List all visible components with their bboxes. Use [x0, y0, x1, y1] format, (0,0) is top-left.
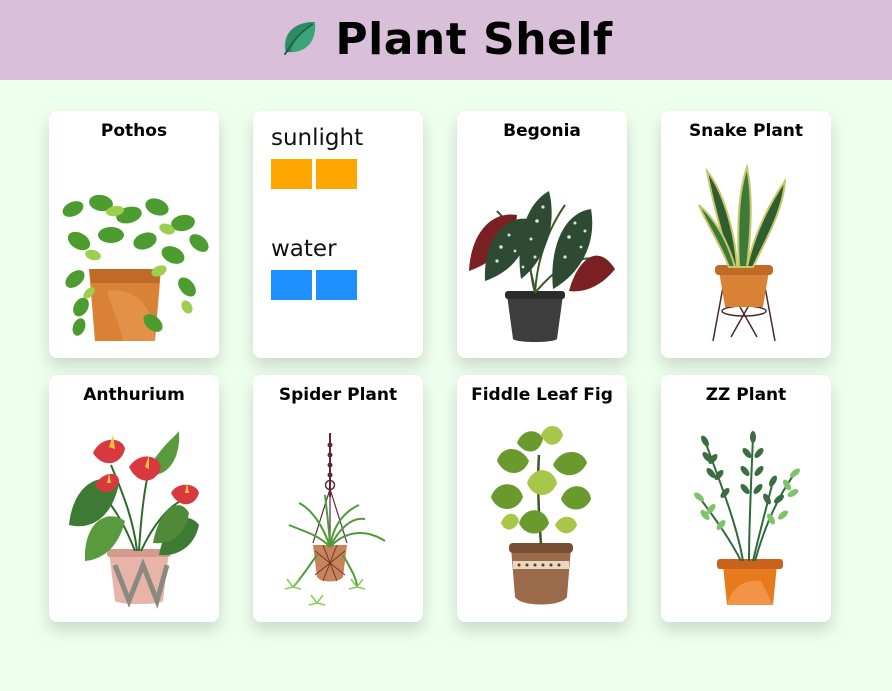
page-title: Plant Shelf [335, 13, 613, 65]
snake-plant-illustration [698, 163, 787, 342]
plant-card-spider-plant[interactable]: Spider Plant [253, 375, 423, 622]
zz-plant-illustration [694, 431, 800, 605]
leaf-icon [279, 16, 321, 62]
anthurium-illustration [69, 431, 199, 609]
plant-card-pothos[interactable]: Pothos [49, 111, 219, 358]
sunlight-meter [271, 159, 357, 189]
sunlight-label: sunlight [271, 125, 364, 151]
plant-card-snake-plant[interactable]: Snake Plant [661, 111, 831, 358]
plant-card-anthurium[interactable]: Anthurium [49, 375, 219, 622]
spider-plant-illustration [284, 433, 386, 606]
water-segment [271, 270, 312, 300]
plant-card-fiddle-leaf-fig[interactable]: Fiddle Leaf Fig [457, 375, 627, 622]
care-stats-card: sunlight water [253, 111, 423, 358]
water-segment [316, 270, 357, 300]
sunlight-segment [316, 159, 357, 189]
plant-card-begonia[interactable]: Begonia [457, 111, 627, 358]
water-meter [271, 270, 357, 300]
fiddle-leaf-fig-illustration [491, 425, 591, 605]
water-label: water [271, 236, 337, 262]
page-header: Plant Shelf [0, 0, 892, 80]
pothos-illustration [62, 194, 209, 341]
plant-card-zz-plant[interactable]: ZZ Plant [661, 375, 831, 622]
sunlight-segment [271, 159, 312, 189]
begonia-illustration [469, 191, 615, 342]
